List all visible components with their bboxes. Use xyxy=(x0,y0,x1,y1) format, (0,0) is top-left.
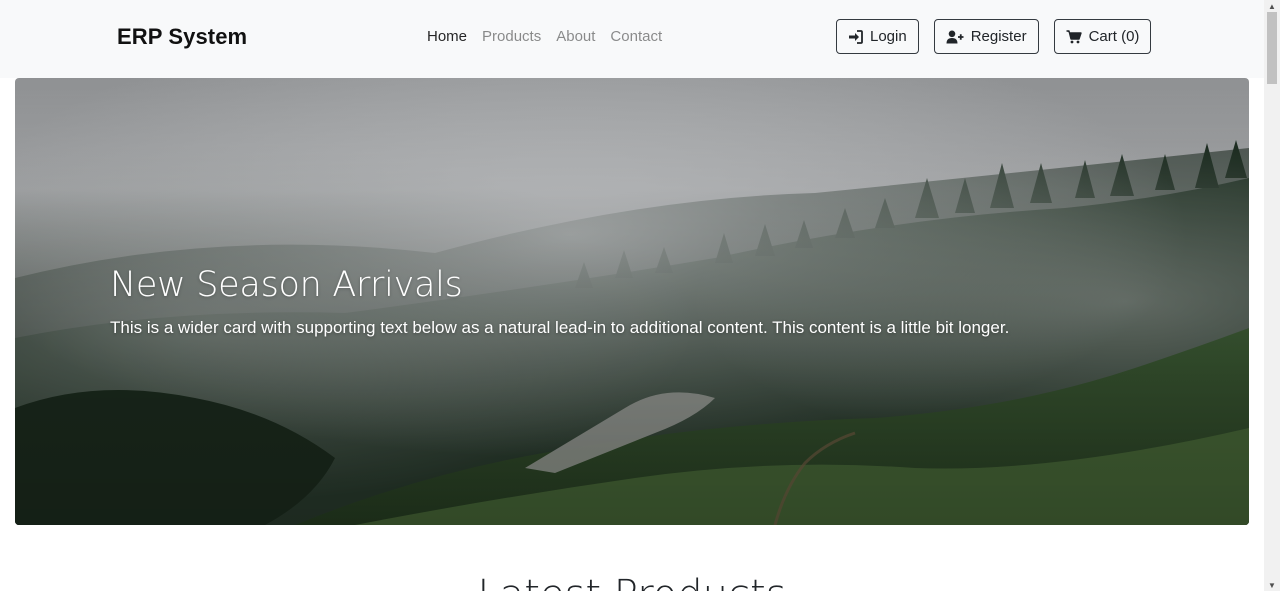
hero-banner: New Season Arrivals This is a wider card… xyxy=(15,78,1249,525)
cart-icon xyxy=(1066,29,1082,44)
nav-links: Home Products About Contact xyxy=(427,28,662,45)
scroll-thumb[interactable] xyxy=(1267,12,1277,84)
cart-button[interactable]: Cart (0) xyxy=(1053,19,1152,54)
latest-products-title: Latest Products xyxy=(0,572,1264,591)
hero-text: This is a wider card with supporting tex… xyxy=(110,318,1010,337)
login-button[interactable]: Login xyxy=(836,19,919,54)
hero-title: New Season Arrivals xyxy=(110,265,463,305)
nav-link-contact[interactable]: Contact xyxy=(610,28,662,45)
navbar: ERP System Home Products About Contact L… xyxy=(0,0,1264,78)
register-label: Register xyxy=(970,28,1027,45)
scroll-down-arrow-icon[interactable]: ▼ xyxy=(1264,579,1280,591)
page: ERP System Home Products About Contact L… xyxy=(0,0,1280,591)
nav-actions: Login Register Cart (0) xyxy=(836,19,1152,54)
register-button[interactable]: Register xyxy=(933,19,1039,54)
scroll-up-arrow-icon[interactable]: ▲ xyxy=(1264,0,1280,12)
page-scrollbar[interactable]: ▲ ▼ xyxy=(1264,0,1280,591)
brand-logo[interactable]: ERP System xyxy=(117,24,247,50)
user-plus-icon xyxy=(946,30,964,44)
nav-link-products[interactable]: Products xyxy=(482,28,541,45)
nav-link-home[interactable]: Home xyxy=(427,28,467,45)
login-label: Login xyxy=(870,28,907,45)
sign-in-icon xyxy=(848,29,863,44)
nav-link-about[interactable]: About xyxy=(556,28,595,45)
cart-label: Cart (0) xyxy=(1088,28,1140,45)
